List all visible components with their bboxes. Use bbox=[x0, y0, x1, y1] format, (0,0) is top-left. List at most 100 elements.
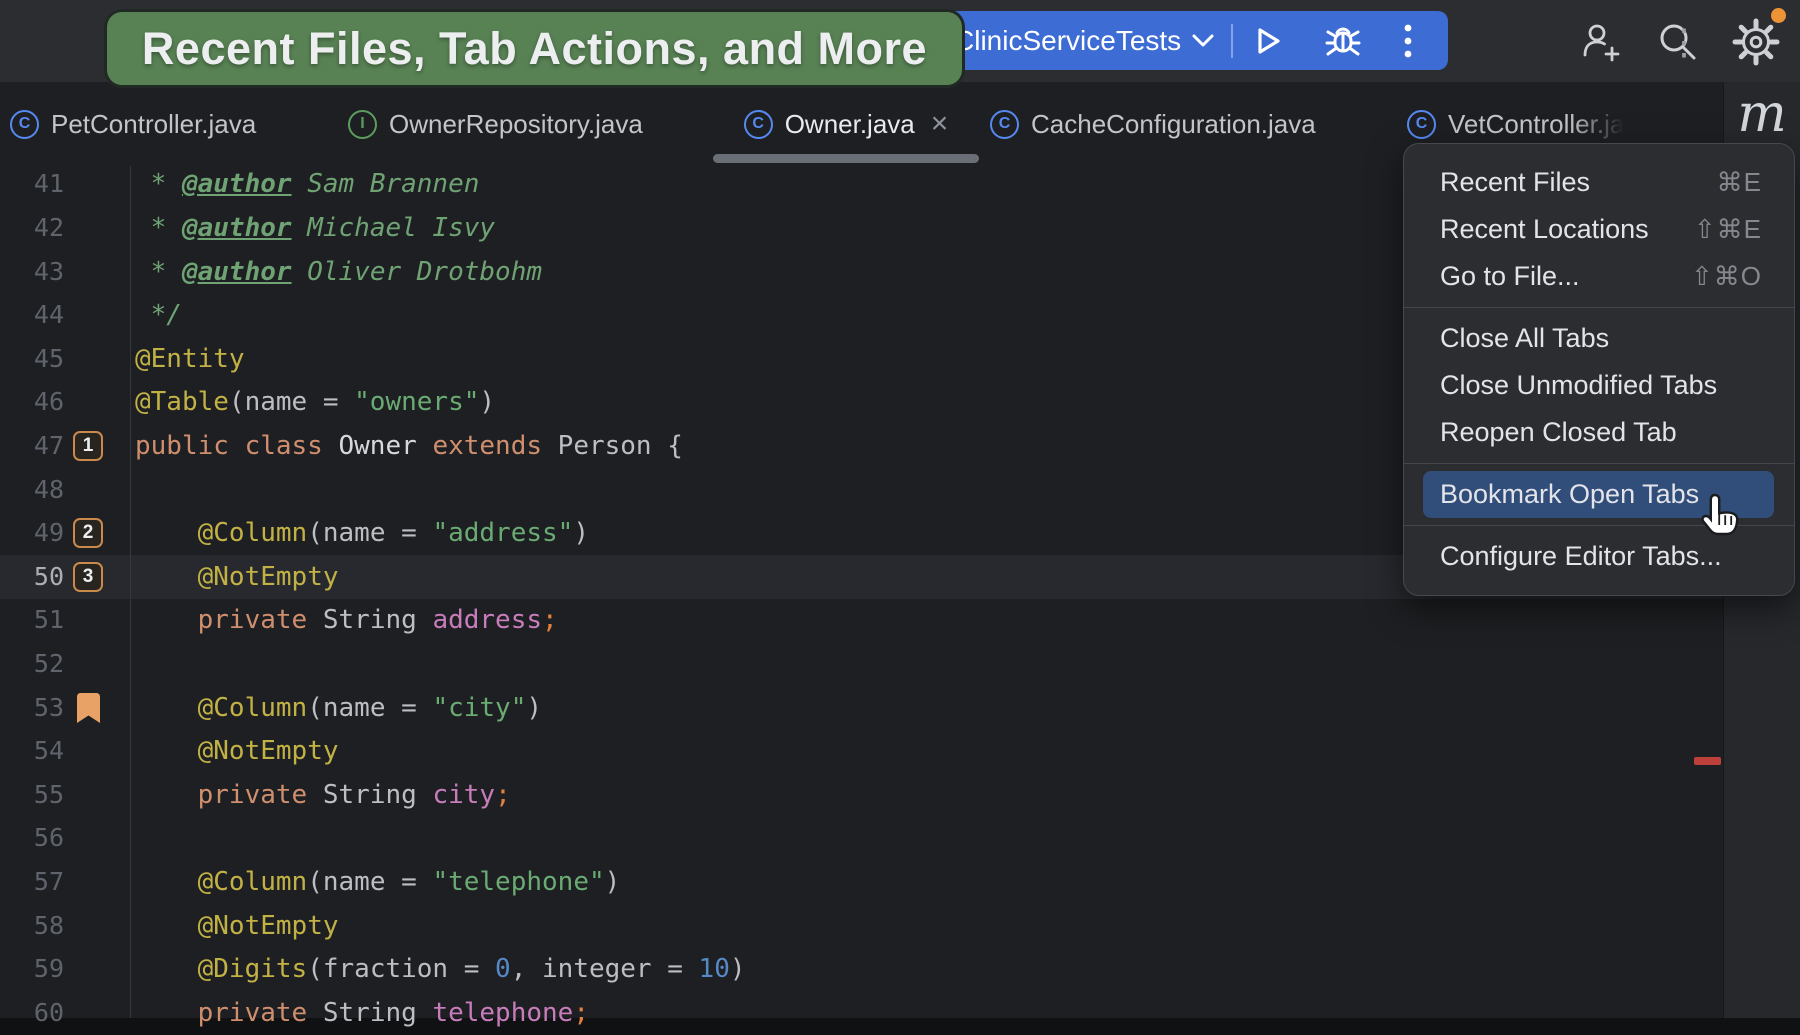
token-doc: */ bbox=[135, 300, 182, 330]
line-number[interactable]: 48 bbox=[0, 468, 64, 512]
menu-item-configure-editor-tabs-[interactable]: Configure Editor Tabs... bbox=[1423, 533, 1774, 580]
gutter-divider bbox=[130, 166, 131, 1018]
code-line[interactable]: 59 @Digits(fraction = 0, integer = 10) bbox=[0, 947, 1723, 991]
code-line[interactable]: 51 private String address; bbox=[0, 598, 1723, 642]
token-plain bbox=[135, 518, 198, 548]
token-doc: * bbox=[135, 257, 182, 287]
code-text: private String city; bbox=[135, 773, 511, 817]
code-line[interactable]: 56 bbox=[0, 816, 1723, 860]
token-ann: @NotEmpty bbox=[198, 911, 339, 941]
class-file-icon: C bbox=[10, 110, 39, 139]
token-plain bbox=[135, 954, 198, 984]
menu-item-shortcut: ⇧⌘O bbox=[1691, 261, 1762, 292]
notification-dot bbox=[1771, 8, 1786, 23]
token-plain: Person { bbox=[542, 431, 683, 461]
settings-button[interactable] bbox=[1732, 18, 1778, 64]
play-icon[interactable] bbox=[1251, 23, 1285, 59]
token-plain bbox=[135, 998, 198, 1028]
line-number[interactable]: 51 bbox=[0, 598, 64, 642]
code-text: @Table(name = "owners") bbox=[135, 380, 495, 424]
add-user-button[interactable] bbox=[1576, 18, 1622, 64]
code-line[interactable]: 54 @NotEmpty bbox=[0, 729, 1723, 773]
menu-item-label: Configure Editor Tabs... bbox=[1440, 541, 1722, 572]
line-number[interactable]: 52 bbox=[0, 642, 64, 686]
error-stripe-mark[interactable] bbox=[1694, 757, 1721, 765]
line-number[interactable]: 60 bbox=[0, 991, 64, 1035]
token-doctag: @author bbox=[182, 213, 292, 243]
line-number[interactable]: 54 bbox=[0, 729, 64, 773]
line-number[interactable]: 49 bbox=[0, 511, 64, 555]
line-number[interactable]: 45 bbox=[0, 337, 64, 381]
menu-item-close-unmodified-tabs[interactable]: Close Unmodified Tabs bbox=[1423, 362, 1774, 409]
token-ann: @Table bbox=[135, 387, 229, 417]
line-number[interactable]: 58 bbox=[0, 904, 64, 948]
line-number[interactable]: 53 bbox=[0, 686, 64, 730]
token-ann: @Entity bbox=[135, 344, 245, 374]
tab-label: PetController.java bbox=[51, 109, 256, 140]
menu-item-bookmark-open-tabs[interactable]: Bookmark Open Tabs bbox=[1423, 471, 1774, 518]
line-number[interactable]: 41 bbox=[0, 162, 64, 206]
token-plain: ) bbox=[526, 693, 542, 723]
menu-item-label: Close All Tabs bbox=[1440, 323, 1609, 354]
code-text: private String telephone; bbox=[135, 991, 589, 1035]
run-widget[interactable]: ClinicServiceTests bbox=[944, 11, 1448, 70]
code-line[interactable]: 58 @NotEmpty bbox=[0, 904, 1723, 948]
code-text: * @author Oliver Drotbohm bbox=[135, 250, 542, 294]
menu-item-close-all-tabs[interactable]: Close All Tabs bbox=[1423, 315, 1774, 362]
menu-item-recent-locations[interactable]: Recent Locations⇧⌘E bbox=[1423, 206, 1774, 253]
menu-item-shortcut: ⇧⌘E bbox=[1694, 214, 1762, 245]
banner-text: Recent Files, Tab Actions, and More bbox=[142, 23, 927, 75]
menu-item-reopen-closed-tab[interactable]: Reopen Closed Tab bbox=[1423, 409, 1774, 456]
code-text: @Digits(fraction = 0, integer = 10) bbox=[135, 947, 746, 991]
token-doc: * bbox=[135, 213, 182, 243]
tab-petcontroller-java[interactable]: C PetController.java bbox=[10, 82, 256, 166]
code-text: @Column(name = "city") bbox=[135, 686, 542, 730]
menu-item-shortcut: ⌘E bbox=[1717, 167, 1762, 198]
mnemonic-bookmark-badge[interactable]: 1 bbox=[73, 431, 103, 461]
line-number[interactable]: 50 bbox=[0, 555, 64, 599]
code-text: @NotEmpty bbox=[135, 904, 339, 948]
menu-item-label: Close Unmodified Tabs bbox=[1440, 370, 1717, 401]
close-icon[interactable]: × bbox=[931, 109, 949, 139]
line-number[interactable]: 55 bbox=[0, 773, 64, 817]
kebab-icon[interactable] bbox=[1403, 22, 1413, 60]
token-str: "address" bbox=[432, 518, 573, 548]
token-plain bbox=[135, 867, 198, 897]
line-number[interactable]: 43 bbox=[0, 250, 64, 294]
line-number[interactable]: 46 bbox=[0, 380, 64, 424]
bug-icon[interactable] bbox=[1323, 21, 1363, 61]
code-line[interactable]: 52 bbox=[0, 642, 1723, 686]
class-file-icon: C bbox=[1407, 110, 1436, 139]
line-number[interactable]: 57 bbox=[0, 860, 64, 904]
mnemonic-bookmark-badge[interactable]: 2 bbox=[73, 518, 103, 548]
code-line[interactable]: 60 private String telephone; bbox=[0, 991, 1723, 1035]
tab-label: OwnerRepository.java bbox=[389, 109, 643, 140]
token-field: address bbox=[432, 605, 542, 635]
token-plain: (name = bbox=[229, 387, 354, 417]
tab-overflow-button[interactable]: ⋮ bbox=[1662, 0, 1706, 84]
token-plain: ) bbox=[605, 867, 621, 897]
token-field: telephone bbox=[432, 998, 573, 1028]
line-number[interactable]: 44 bbox=[0, 293, 64, 337]
token-plain: ) bbox=[573, 518, 589, 548]
code-line[interactable]: 57 @Column(name = "telephone") bbox=[0, 860, 1723, 904]
run-configuration-selector[interactable]: ClinicServiceTests bbox=[954, 25, 1181, 57]
token-ann: @Column bbox=[198, 693, 308, 723]
menu-item-recent-files[interactable]: Recent Files⌘E bbox=[1423, 159, 1774, 206]
token-kw: extends bbox=[432, 431, 542, 461]
menu-item-go-to-file-[interactable]: Go to File...⇧⌘O bbox=[1423, 253, 1774, 300]
tab-cacheconfiguration-java[interactable]: CCacheConfiguration.java bbox=[990, 82, 1316, 166]
line-number[interactable]: 47 bbox=[0, 424, 64, 468]
line-number[interactable]: 42 bbox=[0, 206, 64, 250]
mnemonic-bookmark-badge[interactable]: 3 bbox=[73, 562, 103, 592]
line-number[interactable]: 56 bbox=[0, 816, 64, 860]
tab-ownerrepository-java[interactable]: IOwnerRepository.java bbox=[348, 82, 643, 166]
code-line[interactable]: 53 @Column(name = "city") bbox=[0, 686, 1723, 730]
code-line[interactable]: 55 private String city; bbox=[0, 773, 1723, 817]
code-text: @NotEmpty bbox=[135, 729, 339, 773]
line-number[interactable]: 59 bbox=[0, 947, 64, 991]
bookmark-icon[interactable] bbox=[77, 693, 100, 724]
token-plain: (fraction = bbox=[307, 954, 495, 984]
token-plain: ) bbox=[479, 387, 495, 417]
corner-logo[interactable]: m bbox=[1732, 84, 1792, 144]
